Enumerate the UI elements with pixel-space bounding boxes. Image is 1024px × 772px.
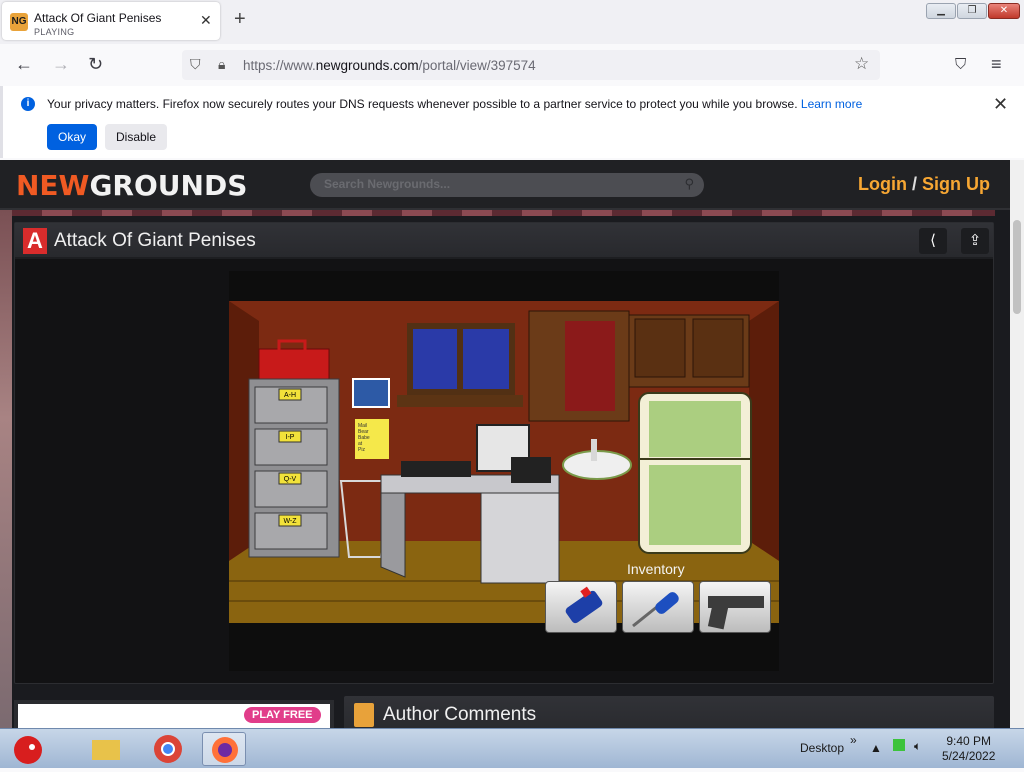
navigation-bar: ← → ↻ ⛉ 🔒︎ https://www.newgrounds.com/po… [0,44,1024,86]
page-background [0,210,12,728]
auth-links: Login / Sign Up [858,174,991,194]
new-tab-button[interactable]: + [234,8,246,31]
forward-button[interactable]: → [52,54,70,75]
search-input[interactable]: Search Newgrounds... [324,177,450,191]
angry-bird-icon [14,736,42,764]
clock-time: 9:40 PM [946,734,992,748]
inventory-slot-pistol[interactable] [699,581,771,633]
url-text[interactable]: https://www.newgrounds.com/portal/view/3… [243,58,536,73]
firefox-icon[interactable] [202,732,246,766]
show-hidden-icons-icon[interactable]: ▲ [870,741,882,755]
learn-more-link[interactable]: Learn more [801,97,862,111]
newgrounds-logo[interactable]: NEWGROUNDS [16,169,247,202]
game-scene[interactable]: A-H I-P Q-V W-Z Mail Bear Babe at Piz [229,301,779,623]
pocket-icon[interactable]: ⛉ [955,56,966,73]
newgrounds-favicon-icon: NG [10,13,28,31]
login-link[interactable]: Login [858,174,907,194]
info-icon: i [21,97,35,111]
toolbar-expand-icon[interactable]: » [850,733,857,747]
game-title-bar: A Attack Of Giant Penises ⟨ ⇪ [15,223,993,259]
maximize-button[interactable]: ❐ [957,3,987,19]
game-canvas[interactable]: A-H I-P Q-V W-Z Mail Bear Babe at Piz Inventory [229,271,779,671]
desktop-toolbar-label[interactable]: Desktop [800,741,844,755]
featured-ad-card[interactable]: PLAY FREE [14,700,334,728]
game-title: Attack Of Giant Penises [54,230,256,251]
tab-playing-status: PLAYING [34,27,75,37]
tab-close-icon[interactable]: ✕ [200,12,212,29]
reload-button[interactable]: ↻ [88,54,103,75]
okay-button[interactable]: Okay [47,124,97,150]
document-icon [354,703,374,727]
notification-close-icon[interactable]: ✕ [993,94,1008,115]
header-banner-strip [12,210,995,216]
url-bar[interactable]: ⛉ 🔒︎ https://www.newgrounds.com/portal/v… [182,50,880,80]
drawer-label: Q-V [284,476,297,483]
author-comments-title: Author Comments [383,704,537,725]
scrollbar-thumb[interactable] [1013,220,1021,314]
file-explorer-icon[interactable] [84,732,128,766]
tab-title: Attack Of Giant Penises [34,11,162,25]
signup-link[interactable]: Sign Up [922,174,990,194]
drawer-label: I-P [286,434,295,441]
network-icon[interactable] [893,739,905,751]
chrome-icon[interactable] [146,732,190,766]
play-free-badge[interactable]: PLAY FREE [244,707,321,723]
close-window-button[interactable]: ✕ [988,3,1020,19]
lock-icon[interactable]: 🔒︎ [218,56,225,73]
page-scrollbar[interactable] [1010,160,1024,728]
rating-badge: A [23,228,47,254]
inventory-slot-screwdriver[interactable] [622,581,694,633]
room-illustration: A-HI-PQ-VW-ZMailBearBabeatPiz [229,301,779,623]
share-icon[interactable]: ⟨ [919,228,947,254]
tab-strip: NG Attack Of Giant Penises PLAYING ✕ + ▁… [0,0,1024,44]
inventory-label: Inventory [627,561,685,577]
privacy-notification: i Your privacy matters. Firefox now secu… [0,86,1024,158]
back-button[interactable]: ← [15,54,33,75]
game-panel: A Attack Of Giant Penises ⟨ ⇪ A-H I-P Q-… [14,222,994,684]
spray-can-icon [565,586,603,624]
author-comments-panel: Author Comments [344,696,994,728]
disable-button[interactable]: Disable [105,124,167,150]
search-box[interactable]: Search Newgrounds... ⚲ [310,173,704,197]
drawer-label: A-H [284,392,296,399]
menu-icon[interactable]: ≡ [991,54,1002,75]
fullscreen-icon[interactable]: ⇪ [961,228,989,254]
inventory-slot-spray-can[interactable] [545,581,617,633]
volume-icon[interactable]: 🔈︎ [914,739,921,754]
clock-date: 5/24/2022 [942,749,996,763]
site-header: NEWGROUNDS Search Newgrounds... ⚲ Login … [0,160,1010,210]
clock[interactable]: 9:40 PM 5/24/2022 [942,734,995,764]
start-button[interactable] [4,732,50,766]
taskbar: Desktop » ▲ 🔈︎ 9:40 PM 5/24/2022 [0,728,1024,768]
notification-text: Your privacy matters. Firefox now secure… [47,97,863,111]
search-icon[interactable]: ⚲ [684,176,694,192]
sticky-note-text: Piz [358,447,365,453]
bookmark-star-icon[interactable]: ☆ [854,54,869,74]
pistol-icon [707,596,764,630]
page-content: NEWGROUNDS Search Newgrounds... ⚲ Login … [0,160,1010,728]
shield-icon[interactable]: ⛉ [190,56,201,73]
tab-active[interactable]: NG Attack Of Giant Penises PLAYING ✕ [2,2,220,40]
minimize-button[interactable]: ▁ [926,3,956,19]
drawer-label: W-Z [283,518,297,525]
screwdriver-icon [632,592,679,628]
